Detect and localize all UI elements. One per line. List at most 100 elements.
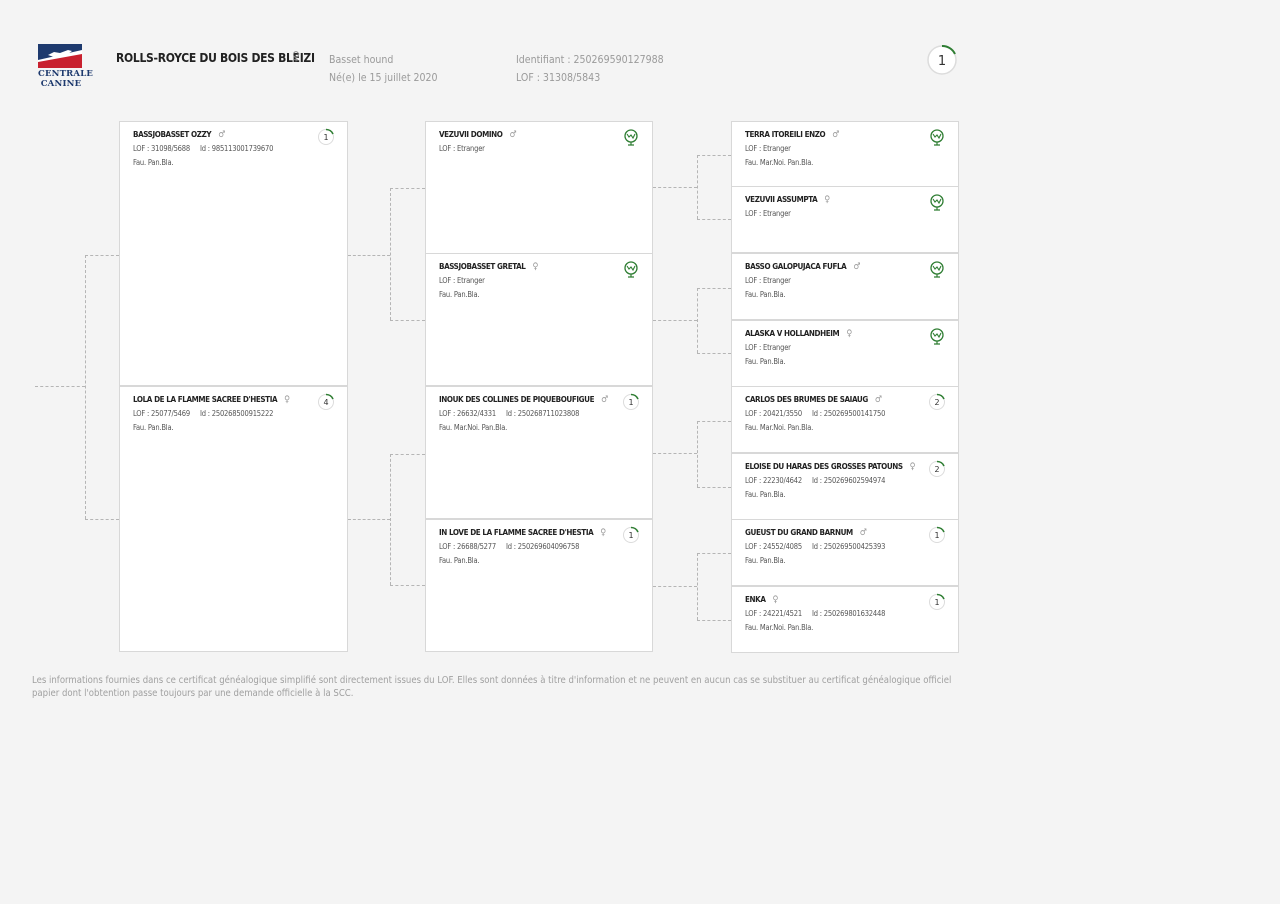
generation-progress-icon: 1: [317, 128, 335, 146]
pedigree-card[interactable]: ALASKA V HOLLANDHEIM ♀ LOF : Etranger Fau. …: [731, 320, 959, 387]
lof-and-id: LOF : Etranger: [745, 209, 791, 218]
pedigree-card[interactable]: VEZUVII ASSUMPTA ♀ LOF : Etranger: [731, 186, 959, 253]
globe-icon: [622, 128, 640, 146]
pedigree-connector: [697, 353, 731, 354]
pedigree-connector: [390, 188, 425, 189]
male-icon: ♂: [218, 130, 226, 140]
pedigree-connector: [35, 386, 85, 387]
svg-text:1: 1: [938, 54, 946, 69]
pedigree-connector: [653, 586, 697, 587]
male-icon: ♂: [601, 395, 609, 405]
globe-icon: [928, 260, 946, 278]
pedigree-card[interactable]: TERRA ITOREILI ENZO ♂ LOF : Etranger Fau. M…: [731, 121, 959, 188]
disclaimer: Les informations fournies dans ce certif…: [32, 675, 952, 699]
pedigree-card[interactable]: BASSO GALOPUJACA FUFLA ♂ LOF : Etranger Fau…: [731, 253, 959, 320]
svg-text:2: 2: [934, 465, 939, 474]
lof-and-id: LOF : 24552/4085 Id : 250269500425393: [745, 542, 886, 551]
breed: Basset hound: [329, 54, 394, 66]
dog-name: INOUK DES COLLINES DE PIQUEBOUFIGUE ♂: [439, 395, 609, 405]
male-icon: ♂: [509, 130, 517, 140]
pedigree-connector: [348, 255, 390, 256]
pedigree-connector: [85, 519, 119, 520]
pedigree-card[interactable]: LOLA DE LA FLAMME SACREE D'HESTIA ♀ LOF : …: [119, 386, 348, 652]
pedigree-card[interactable]: CARLOS DES BRUMES DE SAIAUG ♂ LOF : 20421/…: [731, 386, 959, 453]
lof-and-id: LOF : 22230/4642 Id : 250269602594974: [745, 476, 886, 485]
dog-silhouette-icon: [38, 44, 82, 68]
pedigree-connector: [390, 454, 391, 585]
pedigree-card[interactable]: ENKA ♀ LOF : 24221/4521 Id : 25026980163244…: [731, 586, 959, 653]
globe-icon: [928, 128, 946, 146]
male-icon: ♂: [859, 528, 867, 538]
pedigree-card[interactable]: ELOISE DU HARAS DES GROSSES PATOUNS ♀ LOF …: [731, 453, 959, 520]
lof-and-id: LOF : 20421/3550 Id : 250269500141750: [745, 409, 886, 418]
lof-and-id: LOF : Etranger: [745, 144, 791, 153]
pedigree-connector: [697, 553, 731, 554]
pedigree-connector: [697, 553, 698, 620]
generation-progress-icon: 1: [927, 44, 957, 75]
generation-badge: 1: [926, 44, 958, 76]
pedigree-connector: [390, 188, 391, 320]
female-icon: ♀: [292, 49, 300, 63]
pedigree-connector: [85, 255, 86, 519]
female-icon: ♀: [772, 595, 779, 605]
dog-name: ALASKA V HOLLANDHEIM ♀: [745, 329, 852, 339]
identifier: Identifiant : 250269590127988: [516, 54, 664, 66]
lof-and-id: LOF : 26632/4331 Id : 250268711023808: [439, 409, 580, 418]
pedigree-card[interactable]: GUEUST DU GRAND BARNUM ♂ LOF : 24552/4085 I…: [731, 519, 959, 586]
lof-and-id: LOF : 26688/5277 Id : 250269604096758: [439, 542, 580, 551]
lof-and-id: LOF : Etranger: [745, 343, 791, 352]
coat-colors: Fau. Mar.Noi. Pan.Bla.: [745, 423, 814, 432]
coat-colors: Fau. Mar.Noi. Pan.Bla.: [745, 158, 814, 167]
coat-colors: Fau. Pan.Bla.: [745, 357, 786, 366]
pedigree-connector: [390, 454, 425, 455]
generation-progress-icon: 4: [317, 393, 335, 411]
pedigree-card[interactable]: BASSJOBASSET GRETAL ♀ LOF : Etranger Fau. P…: [425, 253, 653, 386]
pedigree-connector: [85, 255, 119, 256]
pedigree-card[interactable]: IN LOVE DE LA FLAMME SACREE D'HESTIA ♀ LOF…: [425, 519, 653, 652]
dog-name: TERRA ITOREILI ENZO ♂: [745, 130, 840, 140]
female-icon: ♀: [600, 528, 606, 538]
pedigree-connector: [697, 288, 698, 353]
pedigree-connector: [697, 219, 731, 220]
male-icon: ♂: [832, 130, 840, 140]
svg-text:1: 1: [934, 598, 939, 607]
svg-text:1: 1: [628, 531, 633, 540]
dog-name: GUEUST DU GRAND BARNUM ♂: [745, 528, 867, 538]
lof-and-id: LOF : 25077/5469 Id : 250268500915222: [133, 409, 274, 418]
lof-number: LOF : 31308/5843: [516, 72, 601, 84]
coat-colors: Fau. Pan.Bla.: [133, 423, 174, 432]
pedigree-connector: [697, 288, 731, 289]
pedigree-card[interactable]: BASSJOBASSET OZZY ♂ LOF : 31098/5688 Id : 9…: [119, 121, 348, 386]
pedigree-connector: [653, 187, 697, 188]
globe-icon: [622, 260, 640, 278]
dog-name: ENKA ♀: [745, 595, 779, 605]
pedigree-card[interactable]: INOUK DES COLLINES DE PIQUEBOUFIGUE ♂ LOF …: [425, 386, 653, 519]
male-icon: ♂: [853, 262, 861, 272]
dog-name: ROLLS-ROYCE DU BOIS DES BLEIZI: [116, 51, 315, 65]
female-icon: ♀: [909, 462, 916, 472]
generation-progress-icon: 1: [928, 593, 946, 611]
pedigree-connector: [697, 421, 698, 487]
pedigree-connector: [697, 155, 698, 219]
dog-name: VEZUVII DOMINO ♂: [439, 130, 517, 140]
coat-colors: Fau. Pan.Bla.: [133, 158, 174, 167]
generation-progress-icon: 1: [622, 393, 640, 411]
female-icon: ♀: [532, 262, 539, 272]
dog-name: BASSJOBASSET OZZY ♂: [133, 130, 226, 140]
pedigree-card[interactable]: VEZUVII DOMINO ♂ LOF : Etranger: [425, 121, 653, 254]
dog-name: LOLA DE LA FLAMME SACREE D'HESTIA ♀: [133, 395, 290, 405]
generation-progress-icon: 2: [928, 460, 946, 478]
lof-and-id: LOF : Etranger: [439, 144, 485, 153]
male-icon: ♂: [874, 395, 882, 405]
globe-icon: [928, 327, 946, 345]
dog-name: BASSJOBASSET GRETAL ♀: [439, 262, 539, 272]
lof-and-id: LOF : 24221/4521 Id : 250269801632448: [745, 609, 886, 618]
centrale-canine-logo[interactable]: CENTRALE CANINE: [38, 44, 93, 89]
pedigree-connector: [390, 320, 425, 321]
coat-colors: Fau. Mar.Noi. Pan.Bla.: [745, 623, 814, 632]
generation-progress-icon: 1: [928, 526, 946, 544]
dog-name: CARLOS DES BRUMES DE SAIAUG ♂: [745, 395, 882, 405]
globe-icon: [928, 193, 946, 211]
svg-text:1: 1: [628, 398, 633, 407]
svg-text:1: 1: [323, 133, 328, 142]
